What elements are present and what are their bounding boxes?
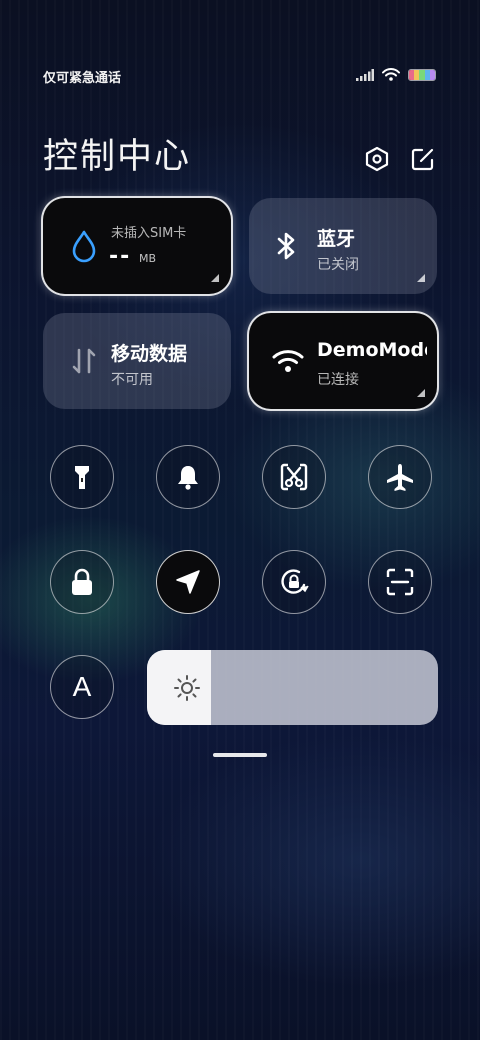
battery-icon <box>408 68 436 81</box>
mobile-data-status: 不可用 <box>111 372 153 388</box>
location-toggle[interactable] <box>156 550 220 614</box>
expand-corner-icon <box>417 389 425 397</box>
bluetooth-icon <box>269 228 303 264</box>
silent-mode-toggle[interactable] <box>156 445 220 509</box>
settings-hexagon-icon <box>365 146 389 172</box>
sun-icon <box>174 675 200 701</box>
brightness-slider[interactable] <box>147 650 438 725</box>
lock-icon <box>72 568 92 595</box>
settings-button[interactable] <box>364 146 390 172</box>
water-drop-icon <box>67 228 101 264</box>
carrier-status: 仅可紧急通话 <box>43 71 122 86</box>
scanner-toggle[interactable] <box>368 550 432 614</box>
data-usage-unit: MB <box>139 252 157 265</box>
screenshot-scissors-icon <box>280 463 308 491</box>
wifi-status: 已连接 <box>317 372 359 388</box>
bell-icon <box>178 466 198 490</box>
status-icons <box>356 68 436 81</box>
screenshot-toggle[interactable] <box>262 445 326 509</box>
page-title: 控制中心 <box>43 137 192 177</box>
data-arrows-icon <box>67 343 101 379</box>
data-usage-tile[interactable]: 未插入SIM卡 -- MB <box>43 198 231 294</box>
wifi-tile[interactable]: DemoMode 已连接 <box>249 313 437 409</box>
auto-brightness-label: A <box>72 671 92 702</box>
wifi-icon <box>271 343 305 379</box>
signal-icon <box>356 68 374 81</box>
flashlight-icon <box>75 466 89 489</box>
mobile-data-tile[interactable]: 移动数据 不可用 <box>43 313 231 409</box>
location-arrow-icon <box>176 570 200 594</box>
home-indicator[interactable] <box>213 753 267 757</box>
rotation-lock-toggle[interactable] <box>262 550 326 614</box>
lock-screen-toggle[interactable] <box>50 550 114 614</box>
bluetooth-tile[interactable]: 蓝牙 已关闭 <box>249 198 437 294</box>
airplane-mode-toggle[interactable] <box>368 445 432 509</box>
auto-brightness-toggle[interactable]: A <box>50 655 114 719</box>
data-usage-value: -- <box>109 244 132 269</box>
wifi-network-name: DemoMode <box>317 339 427 361</box>
flashlight-toggle[interactable] <box>50 445 114 509</box>
expand-corner-icon <box>211 274 219 282</box>
airplane-icon <box>387 464 413 491</box>
edit-button[interactable] <box>410 146 436 172</box>
bluetooth-status: 已关闭 <box>317 257 359 273</box>
bluetooth-title: 蓝牙 <box>317 228 356 250</box>
rotation-lock-icon <box>281 569 309 594</box>
expand-corner-icon <box>417 274 425 282</box>
mobile-data-title: 移动数据 <box>111 343 188 365</box>
edit-icon <box>411 148 434 171</box>
wifi-icon <box>382 68 400 81</box>
scan-icon <box>386 568 414 596</box>
sim-status-label: 未插入SIM卡 <box>111 226 187 241</box>
status-bar: 仅可紧急通话 <box>43 64 436 88</box>
